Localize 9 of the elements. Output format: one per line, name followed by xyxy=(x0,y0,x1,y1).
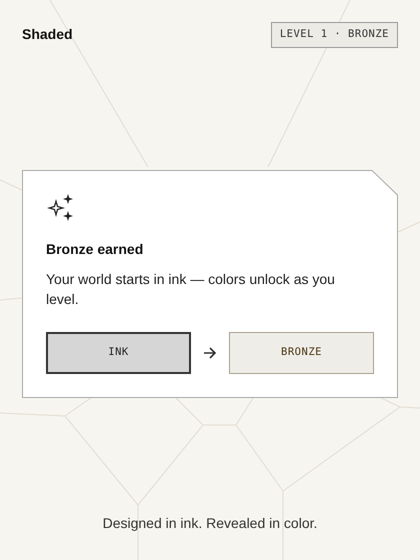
arrow-right-icon xyxy=(203,346,217,359)
swatch-button[interactable]: INK xyxy=(46,332,191,374)
sparkles-icon xyxy=(46,194,74,222)
footer-tagline: Designed in ink. Revealed in color. xyxy=(102,514,318,533)
swatch-button[interactable]: BRONZE xyxy=(229,332,374,374)
card-message: Your world starts in ink — colors unlock as you level. xyxy=(46,270,336,309)
app-title: Shaded xyxy=(22,25,73,44)
card-title: Bronze earned xyxy=(46,240,144,259)
level-badge: LEVEL 1 · BRONZE xyxy=(270,22,398,48)
